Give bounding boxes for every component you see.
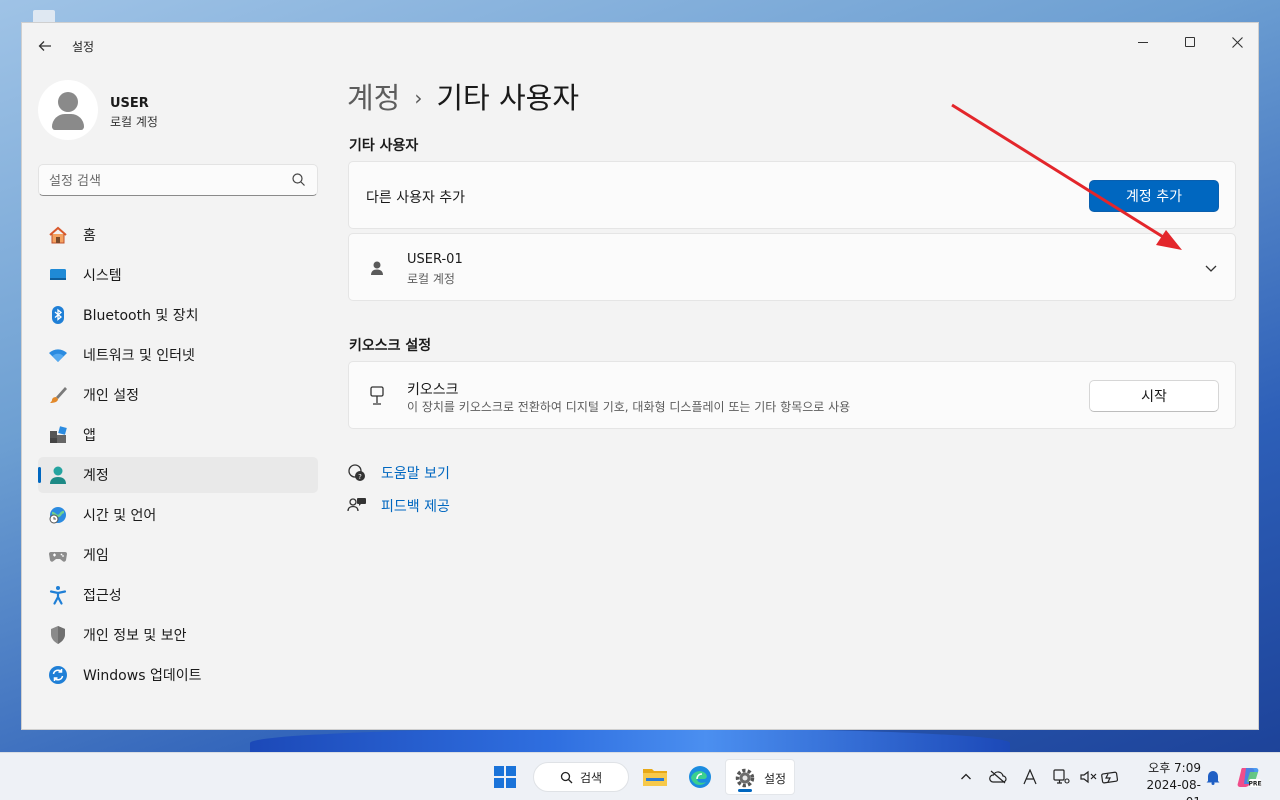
back-arrow-icon (38, 41, 51, 51)
sidebar-item-accounts[interactable]: 계정 (38, 457, 318, 493)
add-user-label: 다른 사용자 추가 (366, 190, 466, 206)
sidebar-item-system[interactable]: 시스템 (38, 257, 318, 293)
breadcrumb-parent[interactable]: 계정 (347, 81, 400, 115)
windows-logo-icon (494, 766, 516, 788)
close-icon (1231, 36, 1243, 48)
gamepad-icon (47, 544, 69, 566)
sidebar-item-network[interactable]: 네트워크 및 인터넷 (38, 337, 318, 373)
sidebar-item-time-language[interactable]: 시간 및 언어 (38, 497, 318, 533)
sidebar-item-privacy[interactable]: 개인 정보 및 보안 (38, 617, 318, 653)
accessibility-icon (47, 584, 69, 606)
minimize-button[interactable] (1120, 27, 1166, 57)
speaker-muted-icon[interactable] (1078, 767, 1098, 787)
bluetooth-icon (47, 304, 69, 326)
folder-icon (643, 769, 667, 786)
help-link-label[interactable]: 도움말 보기 (381, 463, 450, 483)
notification-bell-icon[interactable] (1203, 767, 1223, 787)
sidebar-item-bluetooth[interactable]: Bluetooth 및 장치 (38, 297, 318, 333)
profile-name: USER (110, 96, 149, 111)
start-button[interactable] (488, 761, 522, 793)
copilot-icon[interactable]: PRE (1236, 764, 1262, 790)
feedback-link-label[interactable]: 피드백 제공 (381, 496, 450, 516)
edge-button[interactable] (683, 761, 717, 793)
sidebar-item-gaming[interactable]: 게임 (38, 537, 318, 573)
home-icon (47, 224, 69, 246)
feedback-icon (347, 498, 366, 512)
window-title: 설정 (72, 40, 95, 54)
back-button[interactable] (34, 35, 56, 57)
wifi-icon (47, 344, 69, 366)
section-title-other-users: 기타 사용자 (349, 138, 419, 154)
breadcrumb: 계정 › 기타 사용자 (347, 75, 579, 117)
help-link[interactable]: ? 도움말 보기 (347, 463, 450, 483)
chevron-up-icon[interactable] (956, 767, 976, 787)
taskbar-search[interactable]: 검색 (533, 762, 629, 792)
close-button[interactable] (1214, 27, 1260, 57)
kiosk-title: 키오스크 (407, 382, 459, 398)
gear-icon (735, 768, 755, 788)
sidebar-item-windows-update[interactable]: Windows 업데이트 (38, 657, 318, 693)
edge-icon (689, 766, 711, 788)
section-title-kiosk: 키오스크 설정 (349, 338, 432, 354)
profile-account-type: 로컬 계정 (110, 115, 158, 129)
settings-taskbar-label: 설정 (764, 772, 787, 786)
search-icon (560, 771, 573, 784)
page-title: 기타 사용자 (436, 81, 579, 115)
minimize-icon (1138, 41, 1148, 43)
user-account-row[interactable]: USER-01 로컬 계정 (348, 233, 1236, 301)
maximize-button[interactable] (1167, 27, 1213, 57)
add-user-card: 다른 사용자 추가 계정 추가 (348, 161, 1236, 229)
user-account-name: USER-01 (407, 252, 463, 267)
help-icon: ? (348, 464, 365, 481)
desktop-icon (0, 0, 60, 22)
battery-icon[interactable] (1100, 767, 1120, 787)
chevron-down-icon[interactable] (1204, 261, 1218, 275)
apps-icon (47, 424, 69, 446)
kiosk-card: 키오스크 이 장치를 키오스크로 전환하여 디지털 기호, 대화형 디스플레이 … (348, 361, 1236, 429)
account-icon (47, 464, 69, 486)
search-icon (292, 173, 305, 186)
sidebar-item-accessibility[interactable]: 접근성 (38, 577, 318, 613)
avatar (38, 80, 98, 140)
shield-icon (47, 624, 69, 646)
active-indicator (738, 789, 752, 792)
clock-date: 2024-08-01 (1146, 778, 1201, 800)
sidebar-item-apps[interactable]: 앱 (38, 417, 318, 453)
cloud-offline-icon[interactable] (988, 767, 1008, 787)
ime-icon[interactable] (1020, 767, 1040, 787)
kiosk-start-button[interactable]: 시작 (1089, 380, 1219, 412)
search-input[interactable] (49, 171, 279, 191)
add-account-button[interactable]: 계정 추가 (1089, 180, 1219, 212)
maximize-icon (1185, 37, 1195, 47)
update-icon (47, 664, 69, 686)
sidebar-item-personalization[interactable]: 개인 설정 (38, 377, 318, 413)
globe-clock-icon (47, 504, 69, 526)
user-profile[interactable]: USER 로컬 계정 (38, 80, 338, 140)
svg-text:PRE: PRE (1248, 781, 1261, 788)
user-icon (371, 261, 383, 275)
system-clock[interactable]: 오후 7:09 2024-08-01 (1133, 760, 1201, 800)
system-icon (47, 264, 69, 286)
kiosk-icon (370, 386, 384, 405)
title-bar: 설정 (22, 23, 1258, 63)
clock-time: 오후 7:09 (1148, 761, 1201, 775)
user-account-type: 로컬 계정 (407, 272, 455, 286)
settings-window: 설정 USER 로컬 계정 홈 시스템 (21, 22, 1259, 730)
brush-icon (47, 384, 69, 406)
breadcrumb-separator: › (414, 86, 423, 110)
kiosk-description: 이 장치를 키오스크로 전환하여 디지털 기호, 대화형 디스플레이 또는 기타… (407, 400, 851, 414)
taskbar-search-label: 검색 (580, 770, 603, 785)
settings-taskbar-button[interactable]: 설정 (725, 759, 795, 795)
file-explorer-button[interactable] (638, 761, 672, 793)
sidebar-nav: 홈 시스템 Bluetooth 및 장치 네트워크 및 인터넷 개인 설정 앱 … (38, 217, 318, 697)
sidebar-item-home[interactable]: 홈 (38, 217, 318, 253)
settings-search[interactable] (38, 164, 318, 196)
svg-text:?: ? (358, 473, 362, 481)
taskbar: 검색 설정 오후 7:09 2024-08-01 PRE (0, 752, 1280, 800)
device-icon[interactable] (1051, 767, 1071, 787)
feedback-link[interactable]: 피드백 제공 (347, 496, 450, 516)
